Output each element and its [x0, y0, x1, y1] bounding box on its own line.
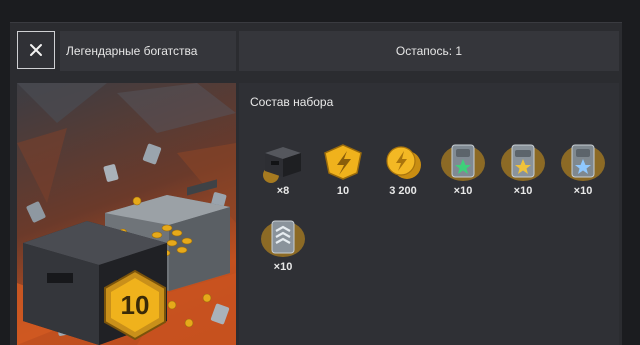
gold-coin-icon [386, 146, 421, 179]
reward-count: 3 200 [389, 185, 417, 197]
rank-chevron-card-icon [261, 220, 305, 257]
bundle-contents-title: Состав набора [250, 95, 334, 109]
reward-item[interactable]: ×10 [557, 139, 609, 197]
bundle-contents: Состав набора ×8 10 3 200 ×10 ×10 ×10 ×1… [239, 83, 619, 345]
close-button[interactable] [17, 31, 55, 69]
close-icon [30, 44, 42, 56]
reward-count: ×8 [276, 185, 290, 197]
reward-item[interactable]: ×8 [257, 139, 309, 197]
offer-title: Легендарные богатства [66, 44, 198, 58]
offer-title-cell: Легендарные богатства [60, 31, 236, 71]
offer-artwork: 10 [17, 83, 236, 345]
reward-count: ×10 [273, 261, 293, 273]
reward-count: 10 [336, 185, 350, 197]
dark-container-icon [263, 147, 301, 183]
reward-item[interactable]: ×10 [497, 139, 549, 197]
header-bar: Легендарные богатства Остапось: 1 [10, 23, 622, 71]
offer-window: Легендарные богатства Остапось: 1 10 Сос… [10, 22, 622, 345]
reward-count: ×10 [573, 185, 593, 197]
reward-item[interactable]: 3 200 [377, 139, 429, 197]
reward-count: ×10 [513, 185, 533, 197]
remaining-count: Остапось: 1 [395, 44, 463, 58]
silver-star-tank-card-icon [561, 144, 605, 181]
reward-item[interactable]: 10 [317, 139, 369, 197]
reward-item[interactable]: ×10 [437, 139, 489, 197]
green-star-tank-card-icon [441, 144, 485, 181]
gold-star-tank-card-icon [501, 144, 545, 181]
tier-badge-number: 10 [121, 290, 150, 320]
tier-ten-badge-icon [324, 144, 362, 180]
reward-item[interactable]: ×10 [257, 215, 309, 273]
remaining-cell: Остапось: 1 [239, 31, 619, 71]
reward-count: ×10 [453, 185, 473, 197]
